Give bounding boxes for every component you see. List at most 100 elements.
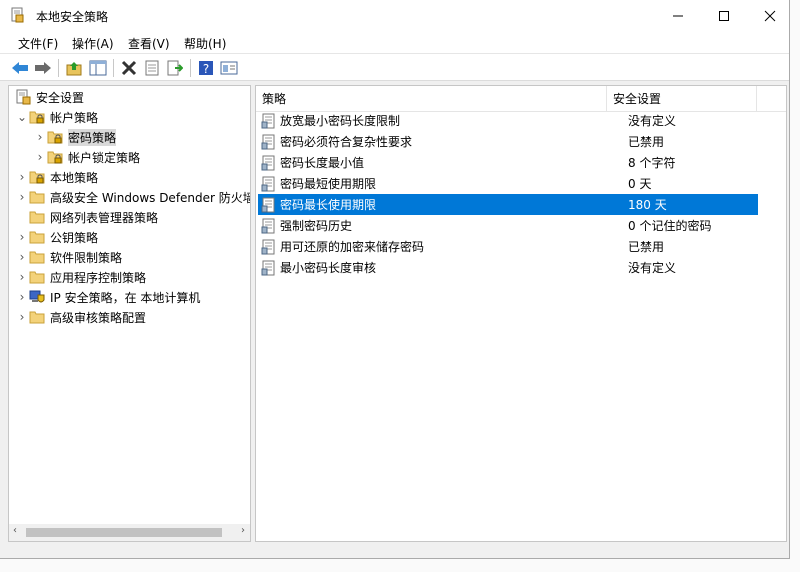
tree-item-label: 应用程序控制策略	[50, 270, 147, 285]
menu-action[interactable]: 操作(A)	[72, 35, 114, 52]
policy-name: 密码必须符合复杂性要求	[280, 135, 413, 149]
mmc-view-button[interactable]	[219, 58, 239, 78]
close-button[interactable]	[747, 0, 793, 31]
scroll-left-icon[interactable]: ‹	[13, 525, 17, 536]
column-header-policy-label: 策略	[262, 92, 287, 106]
policy-icon	[261, 113, 277, 129]
svg-text:?: ?	[203, 62, 209, 76]
policy-icon	[261, 260, 277, 276]
up-one-level-button[interactable]	[64, 58, 84, 78]
maximize-icon	[719, 10, 729, 21]
sort-ascending-icon: ⌃	[430, 85, 439, 93]
policy-setting-value: 已禁用	[628, 135, 665, 149]
expand-chevron-icon[interactable]: ›	[15, 250, 29, 264]
policy-name: 密码最长使用期限	[280, 198, 377, 212]
menu-help[interactable]: 帮助(H)	[184, 35, 226, 52]
policy-icon	[261, 155, 277, 171]
tree-item[interactable]: › 高级审核策略配置	[15, 307, 146, 327]
policy-row[interactable]: 密码长度最小值 8 个字符	[258, 152, 758, 173]
scrollbar-thumb[interactable]	[26, 528, 222, 537]
background-window-edge	[790, 0, 800, 572]
properties-button[interactable]	[142, 58, 162, 78]
tree-item-label: 帐户策略	[50, 110, 99, 125]
expand-chevron-icon[interactable]: ›	[15, 310, 29, 324]
title-bar[interactable]: 本地安全策略	[0, 0, 789, 31]
scroll-right-icon[interactable]: ›	[241, 525, 245, 536]
toolbar: ?	[0, 53, 789, 81]
tree-item[interactable]: › 密码策略	[33, 127, 117, 147]
folder-icon	[29, 309, 45, 325]
expand-chevron-icon[interactable]: ›	[33, 150, 47, 164]
tree-item[interactable]: ⌄ 帐户策略	[15, 107, 98, 127]
help-icon: ?	[199, 61, 213, 76]
policy-name: 强制密码历史	[280, 219, 353, 233]
column-header-setting[interactable]: 安全设置	[607, 86, 757, 111]
folder-lock-icon	[47, 149, 63, 165]
local-security-policy-window: 本地安全策略 文件(F) 操作(A) 查看(V) 帮助(H) ? 安全设置 ⌄ …	[0, 0, 790, 559]
tree-item-label: 软件限制策略	[50, 250, 123, 265]
console-tree[interactable]: 安全设置 ⌄ 帐户策略 › 密码策略 › 帐户锁定策略 › 本地策略 › 高级安全 Windows …	[8, 85, 251, 542]
tree-item[interactable]: › 高级安全 Windows Defender 防火墙	[15, 187, 250, 207]
folder-icon	[29, 209, 45, 225]
policy-icon	[261, 239, 277, 255]
menu-view[interactable]: 查看(V)	[128, 35, 170, 52]
policy-row[interactable]: 密码必须符合复杂性要求 已禁用	[258, 131, 758, 152]
background-window-bottom	[0, 559, 800, 572]
tree-item[interactable]: › 帐户锁定策略	[33, 147, 140, 167]
minimize-icon	[673, 15, 683, 16]
policy-icon	[261, 176, 277, 192]
window-title: 本地安全策略	[36, 10, 109, 24]
forward-button[interactable]	[33, 58, 53, 78]
tree-item-label: 帐户锁定策略	[68, 150, 141, 165]
policy-row[interactable]: 密码最长使用期限 180 天	[258, 194, 758, 215]
expand-chevron-icon[interactable]: ›	[15, 190, 29, 204]
folder-icon	[29, 249, 45, 265]
tree-item[interactable]: › 公钥策略	[15, 227, 98, 247]
tree-item[interactable]: › 软件限制策略	[15, 247, 122, 267]
expand-chevron-icon[interactable]: ›	[15, 270, 29, 284]
back-button[interactable]	[10, 58, 30, 78]
show-hide-console-tree-button[interactable]	[88, 58, 108, 78]
policy-row[interactable]: 放宽最小密码长度限制 没有定义	[258, 110, 758, 131]
expand-chevron-icon[interactable]: ›	[15, 290, 29, 304]
folder-lock-icon	[29, 169, 45, 185]
tree-item[interactable]: 网络列表管理器策略	[15, 207, 158, 227]
folder-lock-icon	[47, 129, 63, 145]
security-settings-icon	[15, 89, 31, 105]
policy-name: 密码最短使用期限	[280, 177, 377, 191]
tree-item[interactable]: 安全设置	[15, 87, 84, 107]
expand-chevron-icon[interactable]: ›	[15, 170, 29, 184]
export-list-button[interactable]	[165, 58, 185, 78]
expand-chevron-icon[interactable]: ›	[15, 230, 29, 244]
horizontal-scrollbar[interactable]: ‹ ›	[9, 524, 250, 541]
menu-bar: 文件(F) 操作(A) 查看(V) 帮助(H)	[0, 31, 789, 53]
delete-icon	[121, 60, 137, 76]
policy-row[interactable]: 用可还原的加密来储存密码 已禁用	[258, 236, 758, 257]
help-button[interactable]: ?	[196, 58, 216, 78]
tree-item-label: 安全设置	[36, 90, 85, 105]
tree-item[interactable]: › 应用程序控制策略	[15, 267, 146, 287]
mmc-view-icon	[220, 61, 238, 75]
policy-row[interactable]: 强制密码历史 0 个记住的密码	[258, 215, 758, 236]
tree-item[interactable]: › IP 安全策略，在 本地计算机	[15, 287, 201, 307]
folder-icon	[29, 269, 45, 285]
policy-setting-value: 0 天	[628, 177, 652, 191]
policy-setting-value: 180 天	[628, 198, 667, 212]
policy-list[interactable]: 策略 ⌃ 安全设置 放宽最小密码长度限制 没有定义 密码必须符合复杂性要求 已禁用 密码…	[255, 85, 787, 542]
policy-setting-value: 已禁用	[628, 240, 665, 254]
folder-lock-icon	[29, 109, 45, 125]
back-arrow-icon	[12, 62, 28, 74]
expand-chevron-icon[interactable]: ›	[33, 130, 47, 144]
expand-chevron-icon[interactable]: ⌄	[15, 110, 29, 124]
export-list-icon	[167, 60, 183, 76]
policy-row[interactable]: 密码最短使用期限 0 天	[258, 173, 758, 194]
menu-file[interactable]: 文件(F)	[18, 35, 58, 52]
delete-button[interactable]	[119, 58, 139, 78]
minimize-button[interactable]	[655, 0, 701, 31]
tree-item-label: 密码策略	[68, 128, 117, 146]
policy-setting-value: 8 个字符	[628, 156, 676, 170]
policy-icon	[261, 197, 277, 213]
policy-row[interactable]: 最小密码长度审核 没有定义	[258, 257, 758, 278]
maximize-button[interactable]	[701, 0, 747, 31]
tree-item[interactable]: › 本地策略	[15, 167, 98, 187]
